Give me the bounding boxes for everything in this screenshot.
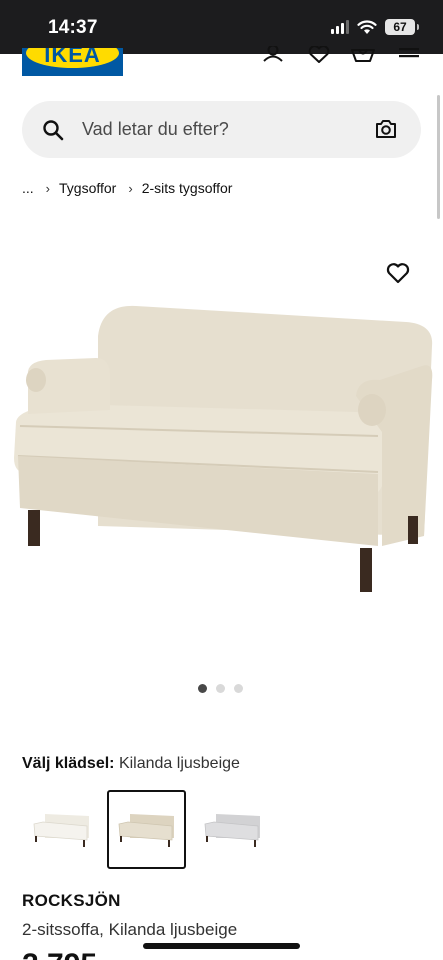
upholstery-value: Kilanda ljusbeige <box>118 755 240 772</box>
camera-search-icon[interactable] <box>375 119 397 139</box>
upholstery-selector-label: Välj klädsel: Kilanda ljusbeige <box>22 755 240 773</box>
site-header: IKEA <box>0 46 443 88</box>
product-image[interactable] <box>6 296 436 596</box>
status-bar: 14:37 67 <box>0 0 443 54</box>
breadcrumb-item-2-sits[interactable]: 2-sits tygsoffor <box>142 180 233 196</box>
account-icon[interactable] <box>260 46 286 72</box>
swatch-sofa-image <box>33 813 89 847</box>
status-time: 14:37 <box>48 17 98 38</box>
swatch-sofa-image <box>204 813 260 847</box>
ikea-logo[interactable]: IKEA <box>22 48 123 76</box>
gallery-pagination <box>198 684 243 693</box>
chevron-right-icon: › <box>45 180 51 196</box>
battery-icon: 67 <box>385 19 419 35</box>
gallery-dot-3[interactable] <box>234 684 243 693</box>
search-icon[interactable] <box>42 119 64 141</box>
add-to-favorites-icon[interactable] <box>386 262 410 284</box>
chevron-right-icon: › <box>128 180 133 196</box>
gallery-dot-2[interactable] <box>216 684 225 693</box>
upholstery-swatch-2[interactable] <box>107 790 186 869</box>
menu-icon[interactable] <box>397 46 423 72</box>
product-description: 2-sitssoffa, Kilanda ljusbeige <box>22 920 238 939</box>
gallery-dot-1[interactable] <box>198 684 207 693</box>
search-input[interactable] <box>82 101 362 158</box>
cellular-signal-icon <box>331 20 349 34</box>
wifi-icon <box>357 19 377 34</box>
product-price: 2 795 <box>22 950 97 960</box>
breadcrumb-ellipsis[interactable]: ... <box>22 180 34 196</box>
home-indicator[interactable] <box>143 943 300 949</box>
upholstery-label: Välj klädsel: <box>22 755 115 772</box>
swatch-sofa-image <box>118 813 174 847</box>
status-icons: 67 <box>331 19 419 35</box>
search-bar <box>22 101 421 158</box>
product-name: ROCKSJÖN <box>22 891 121 910</box>
breadcrumb: ... › Tygsoffor › 2-sits tygsoffor <box>22 180 232 196</box>
upholstery-swatch-1[interactable] <box>22 790 101 869</box>
favorites-icon[interactable] <box>306 46 332 72</box>
upholstery-swatch-3[interactable] <box>193 790 272 869</box>
scrollbar[interactable] <box>437 95 440 219</box>
logo-text: IKEA <box>44 48 101 67</box>
cart-icon[interactable] <box>350 46 376 72</box>
breadcrumb-item-tygsoffor[interactable]: Tygsoffor <box>59 180 116 196</box>
